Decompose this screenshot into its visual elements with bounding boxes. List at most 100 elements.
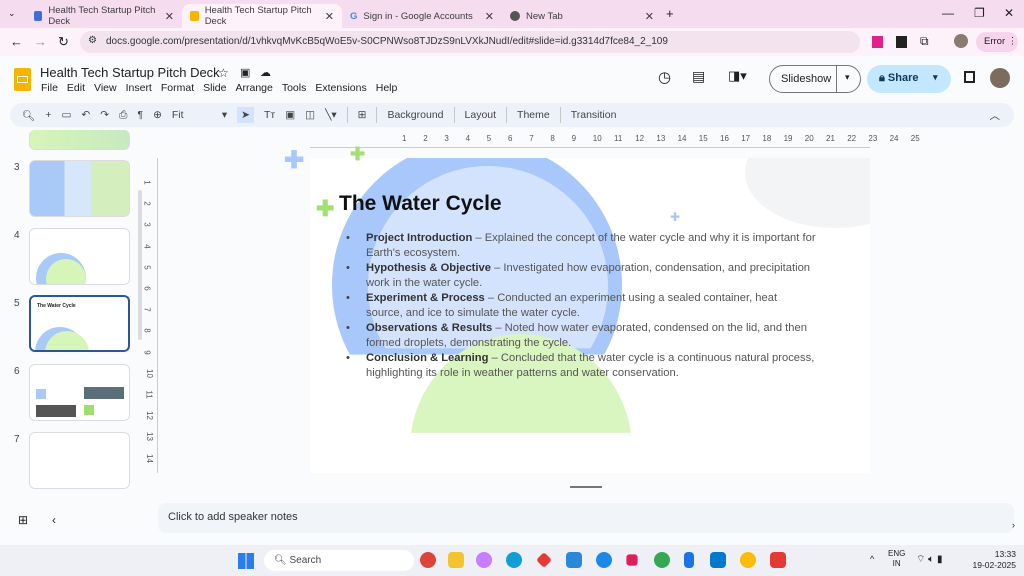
- tab-list-chevron-icon[interactable]: ⌄: [8, 8, 16, 19]
- line-icon[interactable]: ╲▾: [325, 109, 337, 121]
- menu-help[interactable]: Help: [376, 82, 398, 94]
- extension-icon[interactable]: [872, 36, 883, 48]
- close-tab-icon[interactable]: ✕: [485, 10, 494, 23]
- bullet-item[interactable]: Project Introduction – Explained the con…: [346, 231, 816, 261]
- grid-view-icon[interactable]: ⊞: [18, 513, 28, 527]
- close-tab-icon[interactable]: ✕: [325, 10, 334, 23]
- slide-thumbnail-7[interactable]: [29, 432, 130, 489]
- browser-tab[interactable]: New Tab ✕: [502, 4, 662, 28]
- clock[interactable]: 13:33 19-02-2025: [968, 549, 1016, 571]
- print-icon[interactable]: ⎙: [119, 109, 127, 122]
- bullet-item[interactable]: Hypothesis & Objective – Investigated ho…: [346, 261, 816, 291]
- profile-error-button[interactable]: Error ⋮: [976, 32, 1018, 52]
- filmstrip-scrollbar[interactable]: [138, 190, 142, 340]
- share-button[interactable]: 🔒︎ Share ▾: [867, 65, 951, 93]
- theme-button[interactable]: Theme: [517, 109, 550, 121]
- chrome-active-icon[interactable]: [740, 552, 756, 568]
- windows-start-icon[interactable]: [238, 553, 254, 569]
- slide-thumbnail-6[interactable]: [29, 364, 130, 421]
- language-indicator[interactable]: ENG IN: [888, 549, 905, 569]
- document-title[interactable]: Health Tech Startup Pitch Deck: [40, 65, 220, 80]
- menu-arrange[interactable]: Arrange: [235, 82, 272, 94]
- close-window-icon[interactable]: ✕: [1004, 6, 1014, 20]
- comments-icon[interactable]: ▤: [692, 68, 705, 85]
- star-icon[interactable]: ☆: [218, 66, 229, 80]
- menu-view[interactable]: View: [94, 82, 117, 94]
- image-icon[interactable]: ▣: [285, 109, 295, 121]
- slides-logo-icon[interactable]: [14, 68, 31, 91]
- side-panel-toggle-icon[interactable]: ›: [1012, 520, 1015, 530]
- new-slide-icon[interactable]: +: [45, 109, 51, 121]
- forward-icon[interactable]: →: [34, 34, 47, 49]
- slack-icon[interactable]: [626, 554, 638, 566]
- shape-icon[interactable]: ◫: [305, 109, 315, 121]
- slide-thumbnail-5-selected[interactable]: The Water Cycle: [29, 295, 130, 352]
- edge-icon[interactable]: [506, 552, 522, 568]
- store-icon[interactable]: [566, 552, 582, 568]
- speaker-notes[interactable]: Click to add speaker notes: [158, 503, 1014, 533]
- gemini-panel-icon[interactable]: [964, 71, 975, 83]
- bullet-item[interactable]: Observations & Results – Noted how water…: [346, 321, 816, 351]
- slideshow-dropdown-icon[interactable]: ▾: [836, 66, 850, 92]
- notes-resize-handle[interactable]: [570, 486, 602, 488]
- close-tab-icon[interactable]: ✕: [165, 10, 174, 23]
- browser-tab[interactable]: Health Tech Startup Pitch Deck ✕: [26, 4, 182, 28]
- menu-format[interactable]: Format: [161, 82, 194, 94]
- collapse-toolbar-icon[interactable]: ︿: [990, 108, 1001, 123]
- extensions-puzzle-icon[interactable]: ⧉: [920, 34, 929, 49]
- user-avatar[interactable]: [990, 68, 1010, 88]
- bullet-item[interactable]: Experiment & Process – Conducted an expe…: [346, 291, 816, 321]
- site-info-icon[interactable]: ⚙: [88, 35, 97, 46]
- meet-video-icon[interactable]: ◨▾: [728, 68, 747, 84]
- collapse-filmstrip-icon[interactable]: ‹: [52, 513, 56, 527]
- slide-thumbnail-3[interactable]: [29, 160, 130, 217]
- comment-icon[interactable]: ⊞: [358, 109, 367, 121]
- menu-slide[interactable]: Slide: [203, 82, 226, 94]
- transition-button[interactable]: Transition: [571, 109, 617, 121]
- close-tab-icon[interactable]: ✕: [645, 10, 654, 23]
- profile-avatar[interactable]: [954, 34, 968, 48]
- slideshow-button[interactable]: Slideshow ▾: [769, 65, 861, 93]
- search-menus-icon[interactable]: 🔍︎: [22, 109, 35, 122]
- version-history-icon[interactable]: ◷: [658, 68, 671, 86]
- browser-tab-active[interactable]: Health Tech Startup Pitch Deck ✕: [182, 4, 342, 28]
- move-folder-icon[interactable]: ▣: [240, 66, 250, 79]
- slide-title[interactable]: The Water Cycle: [339, 192, 502, 216]
- copilot-icon[interactable]: [476, 552, 492, 568]
- slide-thumbnail[interactable]: [29, 130, 130, 150]
- background-button[interactable]: Background: [387, 109, 443, 121]
- new-tab-icon[interactable]: +: [666, 6, 674, 21]
- file-explorer-icon[interactable]: [448, 552, 464, 568]
- taskbar-search[interactable]: 🔍︎ Search: [264, 550, 414, 571]
- minimize-icon[interactable]: —: [942, 6, 954, 20]
- url-bar[interactable]: ⚙ docs.google.com/presentation/d/1vhkvqMv…: [80, 31, 860, 53]
- zoom-icon[interactable]: ⊕: [153, 109, 162, 121]
- menu-file[interactable]: File: [41, 82, 58, 94]
- browser-tab[interactable]: G Sign in - Google Accounts ✕: [342, 4, 502, 28]
- text-box-icon[interactable]: Tт: [264, 109, 275, 121]
- layout-icon[interactable]: ▭: [61, 109, 71, 121]
- back-icon[interactable]: ←: [10, 34, 23, 49]
- menu-insert[interactable]: Insert: [126, 82, 152, 94]
- zoom-dropdown-icon[interactable]: ▾: [222, 109, 227, 121]
- select-tool-icon[interactable]: ➤: [237, 107, 254, 123]
- restore-icon[interactable]: ❐: [974, 6, 985, 20]
- notepad-icon[interactable]: [684, 552, 694, 568]
- share-dropdown-icon[interactable]: ▾: [933, 72, 938, 83]
- undo-icon[interactable]: ↶: [81, 109, 90, 121]
- menu-extensions[interactable]: Extensions: [315, 82, 366, 94]
- zoom-select[interactable]: Fit: [172, 109, 212, 121]
- show-hidden-icons-icon[interactable]: ^: [870, 554, 874, 564]
- menu-edit[interactable]: Edit: [67, 82, 85, 94]
- menu-tools[interactable]: Tools: [282, 82, 307, 94]
- wifi-volume-battery-icon[interactable]: ⌔ 🔈︎ ▮: [916, 553, 942, 566]
- slide-canvas[interactable]: ✚ ✚ The Water Cycle Project Introduction…: [310, 158, 870, 473]
- vscode-icon[interactable]: [710, 552, 726, 568]
- chrome-profile-icon[interactable]: [654, 552, 670, 568]
- redo-icon[interactable]: ↷: [100, 109, 109, 121]
- layout-button[interactable]: Layout: [465, 109, 497, 121]
- bullet-item[interactable]: Conclusion & Learning – Concluded that t…: [346, 351, 816, 381]
- reload-icon[interactable]: ↻: [58, 34, 69, 50]
- chrome-taskbar-icon[interactable]: [420, 552, 436, 568]
- app-icon[interactable]: [596, 552, 612, 568]
